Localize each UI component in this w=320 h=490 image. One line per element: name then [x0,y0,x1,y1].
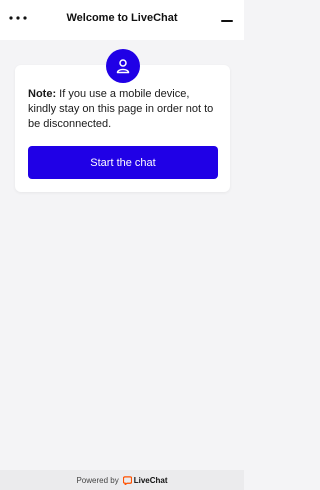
menu-button[interactable] [7,8,29,28]
start-chat-button[interactable]: Start the chat [28,146,218,179]
livechat-logo-icon [122,475,132,485]
powered-by-text: Powered by [76,475,119,485]
header-title: Welcome to LiveChat [66,12,178,24]
chat-widget: Welcome to LiveChat Note: If you use a m… [0,0,244,490]
note-text: If you use a mobile device, kindly stay … [28,88,214,130]
mobile-note: Note: If you use a mobile device, kindly… [28,87,220,132]
minimize-button[interactable] [216,8,238,28]
avatar [106,49,140,83]
livechat-brand-link[interactable]: LiveChat [122,475,168,485]
livechat-brand-name: LiveChat [133,475,168,485]
user-icon [116,59,130,74]
note-label: Note: [28,88,57,100]
footer: Powered by LiveChat [0,470,244,490]
minimize-icon [221,20,233,22]
more-horizontal-icon [9,16,27,20]
header: Welcome to LiveChat [0,0,244,40]
